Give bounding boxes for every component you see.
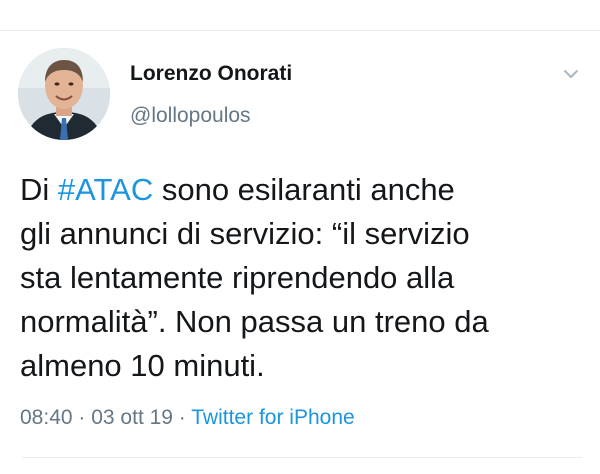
top-divider <box>0 30 600 31</box>
chevron-down-icon[interactable] <box>560 66 582 82</box>
avatar[interactable] <box>18 48 110 140</box>
tweet-date[interactable]: 03 ott 19 <box>91 406 173 429</box>
meta-separator: · <box>172 406 192 429</box>
tweet-time[interactable]: 08:40 <box>20 406 73 429</box>
meta-separator: · <box>72 406 92 429</box>
avatar-photo <box>18 48 110 140</box>
bottom-divider <box>22 457 582 458</box>
author-name[interactable]: Lorenzo Onorati <box>130 62 292 86</box>
tweet-text: Di #ATAC sono esilaranti anche gli annun… <box>20 168 590 388</box>
hashtag-link[interactable]: #ATAC <box>58 172 153 207</box>
author-handle[interactable]: @lollopoulos <box>130 104 251 128</box>
tweet-meta: 08:40 · 03 ott 19 · Twitter for iPhone <box>20 406 355 430</box>
tweet-source[interactable]: Twitter for iPhone <box>191 406 354 429</box>
tweet-text-prefix: Di <box>20 172 58 207</box>
